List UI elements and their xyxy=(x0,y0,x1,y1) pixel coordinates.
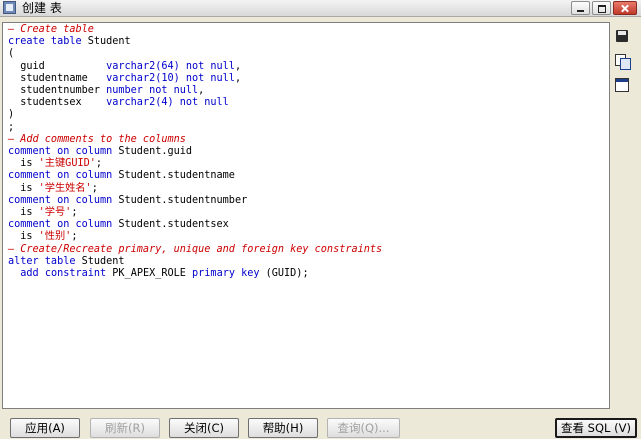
code-token: is xyxy=(8,158,39,170)
maximize-button[interactable] xyxy=(592,1,611,15)
code-token: number not null xyxy=(106,85,199,97)
code-line: is '主键GUID'; xyxy=(8,158,382,170)
code-line: studentnumber number not null, xyxy=(8,85,382,97)
close-window-button[interactable] xyxy=(613,1,637,15)
window-title: 创建 表 xyxy=(22,1,62,15)
code-token: PK_APEX_ROLE xyxy=(112,268,193,280)
code-line: ) xyxy=(8,109,382,121)
code-line: is '性别'; xyxy=(8,231,382,243)
code-token: — Create/Recreate primary, unique and fo… xyxy=(8,243,383,255)
code-token: varchar2(4) not null xyxy=(106,97,229,109)
code-line: alter table Student xyxy=(8,256,382,268)
code-line: comment on column Student.studentname xyxy=(8,170,382,182)
close-button[interactable]: 关闭(C) xyxy=(169,418,239,438)
code-token: '学号' xyxy=(38,207,72,219)
code-token: Student xyxy=(81,255,125,267)
code-token: varchar2(64) not null xyxy=(106,60,235,72)
code-token: create table xyxy=(8,36,88,48)
code-line: add constraint PK_APEX_ROLE primary key … xyxy=(8,268,382,280)
app-icon xyxy=(3,1,16,14)
query-button[interactable]: 查询(Q)... xyxy=(327,418,400,438)
code-line: studentsex varchar2(4) not null xyxy=(8,97,382,109)
code-token: Student.studentname xyxy=(118,170,235,182)
code-line: create table Student xyxy=(8,36,382,48)
code-token: ; xyxy=(71,207,78,219)
code-token: '学生姓名' xyxy=(38,182,92,194)
code-line: guid varchar2(64) not null, xyxy=(8,61,382,73)
code-token: alter table xyxy=(8,255,82,267)
code-token: guid xyxy=(8,60,107,72)
code-token: is xyxy=(8,207,39,219)
code-token: , xyxy=(198,85,205,97)
code-token: ; xyxy=(71,231,78,243)
code-token: '性别' xyxy=(38,231,72,243)
code-token: Student.guid xyxy=(118,146,193,158)
apply-button[interactable]: 应用(A) xyxy=(10,418,80,438)
help-button[interactable]: 帮助(H) xyxy=(248,418,318,438)
code-line: ; xyxy=(8,122,382,134)
code-token: ) xyxy=(8,109,15,121)
code-token: comment on column xyxy=(8,170,119,182)
code-token: ; xyxy=(91,182,98,194)
code-line: comment on column Student.guid xyxy=(8,146,382,158)
code-token: studentname xyxy=(8,72,107,84)
code-token: — Create table xyxy=(8,24,94,35)
title-bar: 创建 表 xyxy=(0,0,641,17)
code-token: varchar2(10) not null xyxy=(106,72,235,84)
code-line: comment on column Student.studentsex xyxy=(8,219,382,231)
sql-editor[interactable]: — Create table create table Student( guid… xyxy=(2,22,610,409)
code-token: Student xyxy=(87,36,131,48)
code-token: ; xyxy=(95,158,102,170)
refresh-button[interactable]: 刷新(R) xyxy=(90,418,160,438)
code-token: '主键GUID' xyxy=(38,158,96,170)
code-token: is xyxy=(8,182,39,194)
code-line: — Create/Recreate primary, unique and fo… xyxy=(8,244,382,256)
code-token: studentnumber xyxy=(8,85,107,97)
create-table-window: 创建 表 — Create table create table Student(… xyxy=(0,0,641,439)
sql-code[interactable]: — Create table create table Student( guid… xyxy=(8,24,382,280)
code-token: ( xyxy=(8,48,15,60)
code-token: , xyxy=(234,60,242,72)
code-token: comment on column xyxy=(8,219,119,231)
code-line: ( xyxy=(8,48,382,60)
save-icon[interactable] xyxy=(614,28,630,44)
code-line: studentname varchar2(10) not null, xyxy=(8,73,382,85)
code-line: is '学号'; xyxy=(8,207,382,219)
code-line: is '学生姓名'; xyxy=(8,183,382,195)
code-token: , xyxy=(234,72,242,84)
code-token: — Add comments to the columns xyxy=(8,133,186,145)
code-token: comment on column xyxy=(8,146,119,158)
minimize-button[interactable] xyxy=(571,1,590,15)
code-token: Student.studentsex xyxy=(118,219,229,231)
code-token: (GUID); xyxy=(265,268,309,280)
view-sql-button[interactable]: 查看 SQL (V) xyxy=(555,418,637,438)
code-token: Student.studentnumber xyxy=(118,194,248,206)
view-icon[interactable] xyxy=(614,77,630,93)
code-token: primary key xyxy=(192,268,266,280)
code-token: ; xyxy=(8,121,15,133)
code-token: add constraint xyxy=(20,268,113,280)
code-token: comment on column xyxy=(8,194,119,206)
copy-icon[interactable] xyxy=(614,53,631,70)
code-line: — Create table xyxy=(8,24,382,36)
code-token: is xyxy=(8,231,39,243)
code-line: — Add comments to the columns xyxy=(8,134,382,146)
code-line: comment on column Student.studentnumber xyxy=(8,195,382,207)
code-token: studentsex xyxy=(8,97,107,109)
